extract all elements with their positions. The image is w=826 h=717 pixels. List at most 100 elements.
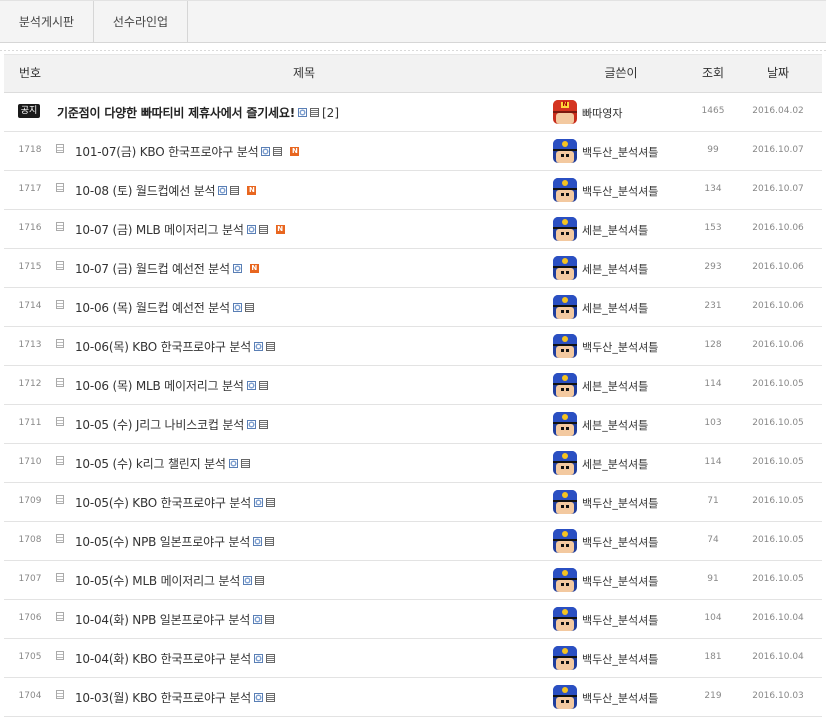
post-date: 2016.10.04 bbox=[752, 613, 804, 623]
post-views: 134 bbox=[704, 184, 722, 194]
post-views: 104 bbox=[704, 613, 722, 623]
image-attachment-icon bbox=[232, 264, 242, 273]
header-views: 조회 bbox=[701, 66, 725, 80]
notice-row[interactable]: 공지 기준점이 다양한 빠따티비 제휴사에서 즐기세요! [2] N 빠따영자 … bbox=[4, 93, 822, 132]
author-avatar-police-cap bbox=[553, 295, 577, 319]
document-icon bbox=[56, 378, 64, 387]
file-attachment-icon bbox=[265, 615, 275, 624]
image-attachment-icon bbox=[261, 147, 271, 156]
document-icon bbox=[56, 222, 64, 231]
post-title[interactable]: 10-06 (목) 월드컵 예선전 분석 bbox=[75, 299, 230, 316]
post-title-wrap: 10-06(목) KBO 한국프로야구 분석 bbox=[75, 338, 275, 355]
new-post-icon: N bbox=[247, 186, 257, 195]
post-title[interactable]: 10-05 (수) J리그 나비스코컵 분석 bbox=[75, 416, 244, 433]
post-title[interactable]: 10-07 (금) MLB 메이저리그 분석 bbox=[75, 221, 244, 238]
notice-badge: 공지 bbox=[18, 104, 40, 118]
post-number: 1707 bbox=[18, 574, 42, 584]
table-row[interactable]: 1710 10-05 (수) k리그 챌린지 분석 세븐_분석셔틀 114 2016.1… bbox=[4, 444, 822, 483]
table-row[interactable]: 1717 10-08 (토) 월드컵예선 분석 N 백두산_분석셔틀 134 2016.1… bbox=[4, 171, 822, 210]
post-number: 1716 bbox=[18, 223, 42, 233]
document-icon bbox=[56, 456, 64, 465]
notice-author[interactable]: 빠따영자 bbox=[582, 105, 622, 121]
table-row[interactable]: 1705 10-04(화) KBO 한국프로야구 분석 백두산_분석셔틀 181 201… bbox=[4, 639, 822, 678]
post-author[interactable]: 세븐_분석셔틀 bbox=[582, 300, 648, 316]
post-title-wrap: 10-06 (목) 월드컵 예선전 분석 bbox=[75, 299, 254, 316]
post-date: 2016.10.04 bbox=[752, 652, 804, 662]
post-author[interactable]: 백두산_분석셔틀 bbox=[582, 573, 658, 589]
post-title[interactable]: 101-07(금) KBO 한국프로야구 분석 bbox=[75, 143, 259, 160]
post-author[interactable]: 세븐_분석셔틀 bbox=[582, 222, 648, 238]
table-row[interactable]: 1712 10-06 (목) MLB 메이저리그 분석 세븐_분석셔틀 114 2016… bbox=[4, 366, 822, 405]
post-views: 181 bbox=[704, 652, 722, 662]
notice-views: 1465 bbox=[701, 106, 725, 116]
post-author[interactable]: 백두산_분석셔틀 bbox=[582, 534, 658, 550]
post-views: 103 bbox=[704, 418, 722, 428]
table-row[interactable]: 1713 10-06(목) KBO 한국프로야구 분석 백두산_분석셔틀 128 201… bbox=[4, 327, 822, 366]
document-icon bbox=[56, 651, 64, 660]
post-number: 1709 bbox=[18, 496, 42, 506]
tab-analysis-board[interactable]: 분석게시판 bbox=[0, 1, 94, 43]
post-author[interactable]: 백두산_분석셔틀 bbox=[582, 495, 658, 511]
document-icon bbox=[56, 612, 64, 621]
post-title[interactable]: 10-06(목) KBO 한국프로야구 분석 bbox=[75, 338, 251, 355]
file-attachment-icon bbox=[265, 693, 275, 702]
table-row[interactable]: 1708 10-05(수) NPB 일본프로야구 분석 백두산_분석셔틀 74 2016… bbox=[4, 522, 822, 561]
post-title[interactable]: 10-05(수) MLB 메이저리그 분석 bbox=[75, 572, 240, 589]
post-title[interactable]: 10-05 (수) k리그 챌린지 분석 bbox=[75, 455, 226, 472]
post-number: 1710 bbox=[18, 457, 42, 467]
table-row[interactable]: 1707 10-05(수) MLB 메이저리그 분석 백두산_분석셔틀 91 2016.… bbox=[4, 561, 822, 600]
post-author[interactable]: 백두산_분석셔틀 bbox=[582, 690, 658, 706]
post-title[interactable]: 10-07 (금) 월드컵 예선전 분석 bbox=[75, 260, 230, 277]
post-author[interactable]: 세븐_분석셔틀 bbox=[582, 378, 648, 394]
table-row[interactable]: 1715 10-07 (금) 월드컵 예선전 분석 N 세븐_분석셔틀 293 2016.… bbox=[4, 249, 822, 288]
comment-count[interactable]: [2] bbox=[322, 106, 339, 120]
tab-player-lineup[interactable]: 선수라인업 bbox=[94, 1, 188, 43]
post-views: 71 bbox=[707, 496, 719, 506]
post-author[interactable]: 백두산_분석셔틀 bbox=[582, 144, 658, 160]
image-attachment-icon bbox=[228, 459, 238, 468]
table-row[interactable]: 1716 10-07 (금) MLB 메이저리그 분석 N 세븐_분석셔틀 153 201… bbox=[4, 210, 822, 249]
table-row[interactable]: 1706 10-04(화) NPB 일본프로야구 분석 백두산_분석셔틀 104 201… bbox=[4, 600, 822, 639]
post-author[interactable]: 세븐_분석셔틀 bbox=[582, 456, 648, 472]
post-number: 1715 bbox=[18, 262, 42, 272]
document-icon bbox=[56, 573, 64, 582]
image-attachment-icon bbox=[253, 693, 263, 702]
table-row[interactable]: 1714 10-06 (목) 월드컵 예선전 분석 세븐_분석셔틀 231 2016.1… bbox=[4, 288, 822, 327]
new-post-icon: N bbox=[275, 225, 285, 234]
post-author[interactable]: 백두산_분석셔틀 bbox=[582, 183, 658, 199]
post-title[interactable]: 10-04(화) NPB 일본프로야구 분석 bbox=[75, 611, 250, 628]
post-title[interactable]: 10-08 (토) 월드컵예선 분석 bbox=[75, 182, 216, 199]
post-author[interactable]: 백두산_분석셔틀 bbox=[582, 339, 658, 355]
post-number: 1708 bbox=[18, 535, 42, 545]
post-views: 293 bbox=[704, 262, 722, 272]
post-author[interactable]: 백두산_분석셔틀 bbox=[582, 651, 658, 667]
author-avatar-police-cap bbox=[553, 490, 577, 514]
image-attachment-icon bbox=[247, 420, 257, 429]
image-attachment-icon bbox=[253, 615, 263, 624]
post-author[interactable]: 세븐_분석셔틀 bbox=[582, 417, 648, 433]
table-row[interactable]: 1718 101-07(금) KBO 한국프로야구 분석 N 백두산_분석셔틀 99 20… bbox=[4, 132, 822, 171]
author-avatar-police-cap bbox=[553, 373, 577, 397]
post-author[interactable]: 백두산_분석셔틀 bbox=[582, 612, 658, 628]
post-title[interactable]: 10-05(수) NPB 일본프로야구 분석 bbox=[75, 533, 250, 550]
author-avatar-police-cap bbox=[553, 256, 577, 280]
post-title-wrap: 10-07 (금) MLB 메이저리그 분석 N bbox=[75, 221, 285, 238]
post-title[interactable]: 10-05(수) KBO 한국프로야구 분석 bbox=[75, 494, 251, 511]
post-title[interactable]: 10-03(월) KBO 한국프로야구 분석 bbox=[75, 689, 251, 706]
post-number: 1711 bbox=[18, 418, 42, 428]
post-title[interactable]: 10-04(화) KBO 한국프로야구 분석 bbox=[75, 650, 251, 667]
post-author[interactable]: 세븐_분석셔틀 bbox=[582, 261, 648, 277]
table-row[interactable]: 1709 10-05(수) KBO 한국프로야구 분석 백두산_분석셔틀 71 2016… bbox=[4, 483, 822, 522]
post-date: 2016.10.05 bbox=[752, 457, 804, 467]
table-row[interactable]: 1704 10-03(월) KBO 한국프로야구 분석 백두산_분석셔틀 219 201… bbox=[4, 678, 822, 717]
author-avatar-police-cap bbox=[553, 334, 577, 358]
post-title[interactable]: 10-06 (목) MLB 메이저리그 분석 bbox=[75, 377, 244, 394]
notice-title[interactable]: 기준점이 다양한 빠따티비 제휴사에서 즐기세요! bbox=[57, 104, 295, 121]
file-attachment-icon bbox=[258, 225, 268, 234]
post-date: 2016.10.07 bbox=[752, 145, 804, 155]
header-number: 번호 bbox=[18, 66, 42, 80]
table-row[interactable]: 1711 10-05 (수) J리그 나비스코컵 분석 세븐_분석셔틀 103 2016… bbox=[4, 405, 822, 444]
author-avatar-police-cap bbox=[553, 412, 577, 436]
author-avatar-police-cap bbox=[553, 139, 577, 163]
post-views: 231 bbox=[704, 301, 722, 311]
